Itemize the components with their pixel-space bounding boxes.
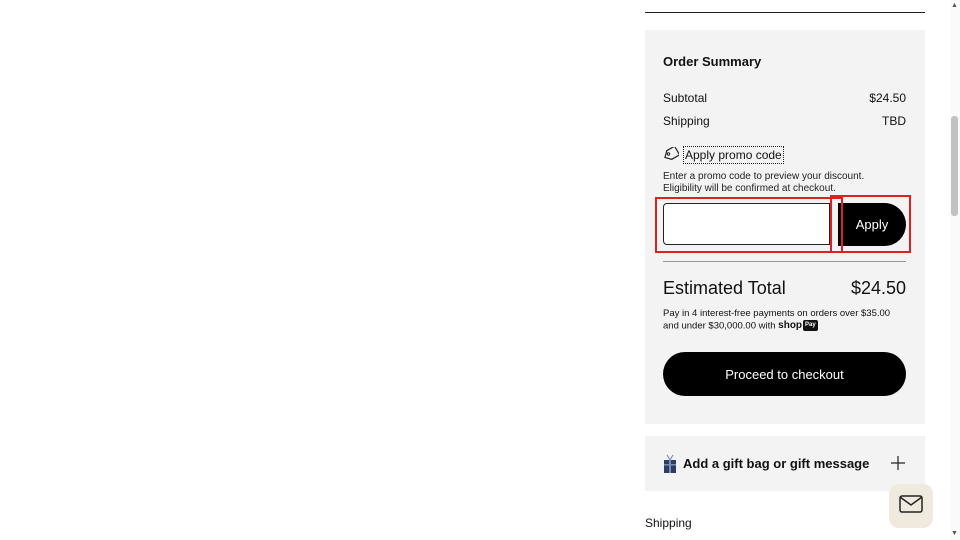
plus-icon[interactable] [891,456,905,475]
order-summary-title: Order Summary [663,54,762,69]
estimated-total-value: $24.50 [850,278,906,298]
promo-code-input[interactable] [663,203,830,245]
gift-option-label[interactable]: Add a gift bag or gift message [683,456,869,471]
installment-note-line-2: and under $30,000.00 with shop Pay [663,319,913,332]
scrollbar-thumb[interactable] [951,116,958,216]
installment-note: Pay in 4 interest-free payments on order… [663,308,913,331]
estimated-total-label: Estimated Total [663,278,786,298]
total-divider [663,261,906,262]
mail-icon [899,494,923,518]
shipping-row: Shipping TBD [663,114,906,128]
shipping-value: TBD [882,114,906,128]
gift-option-panel[interactable]: Add a gift bag or gift message [645,436,925,491]
shipping-section-title: Shipping [645,516,692,530]
installment-note-text: and under $30,000.00 with [663,319,776,331]
installment-note-line-1: Pay in 4 interest-free payments on order… [663,308,891,319]
subtotal-row: Subtotal $24.50 [663,91,906,105]
shop-pay-badge: Pay [803,319,818,331]
shop-pay-logo: shop Pay [778,319,818,331]
estimated-total-row: Estimated Total $24.50 [663,278,906,299]
apply-promo-toggle[interactable]: Apply promo code [663,144,784,164]
promo-hint: Enter a promo code to preview your disco… [663,171,913,194]
shipping-label: Shipping [663,114,710,128]
promo-hint-line-2: Eligibility will be confirmed at checkou… [663,182,836,194]
gift-icon [663,454,677,479]
scroll-up-arrow-icon[interactable]: ▲ [951,2,958,9]
proceed-to-checkout-button[interactable]: Proceed to checkout [663,352,906,396]
contact-mail-button[interactable] [889,484,933,528]
promo-hint-line-1: Enter a promo code to preview your disco… [663,171,865,182]
shop-pay-brand: shop [778,319,803,331]
scroll-down-arrow-icon[interactable]: ▼ [951,530,958,537]
subtotal-label: Subtotal [663,91,708,105]
top-divider [645,12,925,13]
subtotal-value: $24.50 [869,91,906,105]
tag-icon [663,144,681,164]
order-summary-panel: Order Summary Subtotal $24.50 Shipping T… [645,30,925,424]
apply-promo-button[interactable]: Apply [838,203,906,246]
apply-promo-label[interactable]: Apply promo code [683,146,784,164]
scrollbar[interactable] [950,0,960,540]
